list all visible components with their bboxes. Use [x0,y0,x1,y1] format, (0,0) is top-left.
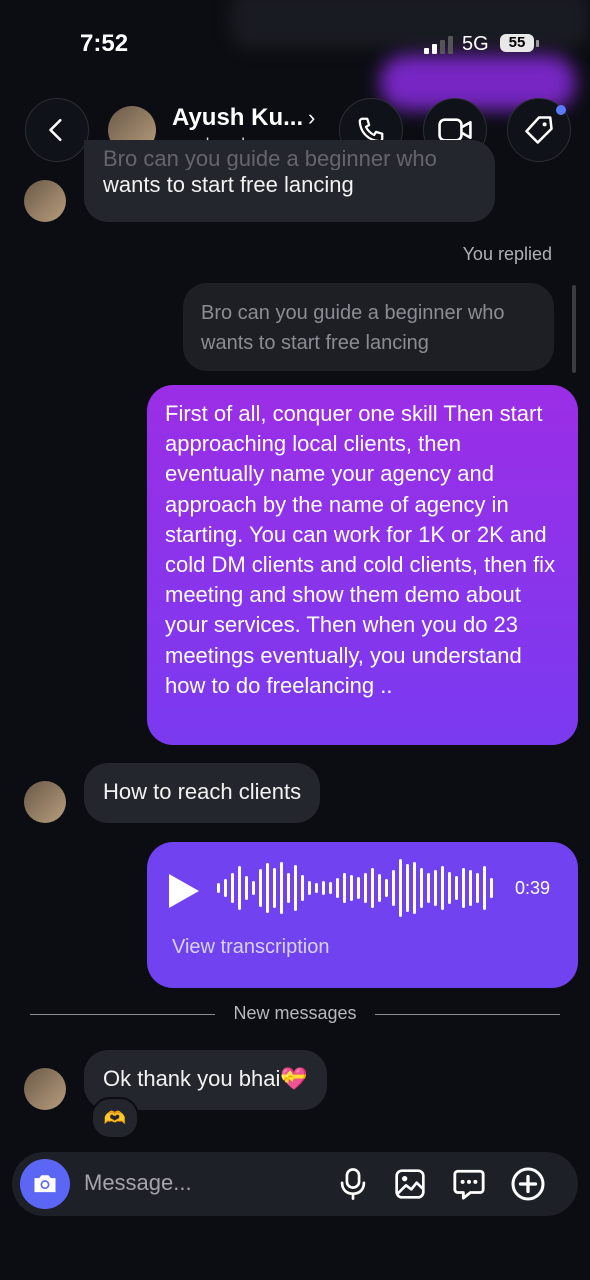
waveform-bar [483,866,486,910]
waveform-bar [434,870,437,906]
reply-quote[interactable]: Bro can you guide a beginner who wants t… [183,283,554,371]
notification-dot [556,105,566,115]
battery-icon: 55 [500,34,534,52]
waveform-bar [427,873,430,903]
waveform-bar [329,882,332,894]
mic-icon [340,1168,366,1200]
waveform-bar [238,866,241,910]
plus-icon [511,1167,545,1201]
waveform-bar [441,866,444,910]
mic-button[interactable] [334,1165,372,1203]
chevron-right-icon: › [308,105,316,130]
waveform-bar [385,879,388,897]
waveform-bar [252,881,255,895]
waveform-bar [315,883,318,893]
reaction-badge[interactable]: 🫶 [91,1097,139,1139]
waveform-bar [287,873,290,903]
message-text: Ok thank you bhai💝 [103,1066,308,1091]
message-composer: Message... [12,1152,578,1216]
status-bar: 7:52 5G 55 [0,0,590,110]
network-label: 5G [462,33,489,55]
avatar [24,781,66,823]
back-icon [49,118,62,142]
sticker-icon [453,1169,485,1200]
waveform-bar [350,875,353,901]
camera-button[interactable] [20,1159,70,1209]
play-icon[interactable] [169,874,199,908]
waveform-bar [378,874,381,902]
waveform-bar [392,870,395,906]
message-input[interactable]: Message... [84,1170,192,1196]
waveform-bar [266,863,269,913]
waveform-bar [448,872,451,904]
waveform-bar [245,876,248,900]
waveform-bar [357,877,360,899]
waveform-bar [490,878,493,898]
divider-line [375,1014,560,1015]
reply-label: You replied [462,244,552,264]
signal-icon [424,36,453,54]
voice-message[interactable]: 0:39 View transcription [147,842,578,988]
waveform-bar [420,868,423,908]
waveform-bar [336,878,339,898]
back-button[interactable] [25,98,89,162]
view-transcription-link[interactable]: View transcription [172,936,329,959]
waveform-bar [343,873,346,903]
waveform-bar [462,868,465,908]
message-text: wants to start free lancing [103,172,354,197]
contact-name[interactable]: Ayush Ku... [172,104,303,132]
waveform-bar [273,868,276,908]
waveform-bar [301,875,304,901]
waveform-bar [231,873,234,903]
avatar [24,1068,66,1110]
waveform-bar [259,869,262,907]
waveform-bar [217,883,220,893]
waveform-bar [364,873,367,903]
waveform-bar [399,859,402,917]
waveform [217,859,493,917]
tag-icon [525,116,553,144]
tag-button[interactable] [507,98,571,162]
sticker-button[interactable] [450,1165,488,1203]
gallery-button[interactable] [391,1165,429,1203]
waveform-bar [469,870,472,906]
waveform-bar [476,873,479,903]
add-button[interactable] [509,1165,547,1203]
outgoing-message[interactable]: First of all, conquer one skill Then sta… [147,385,578,745]
battery-tip [536,40,539,47]
gallery-icon [395,1169,425,1199]
waveform-bar [308,881,311,895]
scrollbar[interactable] [572,285,576,373]
waveform-bar [294,865,297,911]
waveform-bar [224,879,227,897]
camera-icon [34,1175,56,1193]
waveform-bar [322,881,325,895]
waveform-bar [406,864,409,912]
incoming-message[interactable]: How to reach clients [84,763,321,823]
avatar [24,180,66,222]
waveform-bar [371,868,374,908]
incoming-message[interactable]: Bro can you guide a beginner who wants t… [84,140,495,222]
waveform-bar [280,862,283,914]
new-messages-divider: New messages [30,1003,560,1027]
voice-duration: 0:39 [515,878,551,898]
status-time: 7:52 [80,30,129,57]
message-text: How to reach clients [103,779,302,804]
waveform-bar [413,862,416,914]
message-text-partial: Bro can you guide a beginner who [103,148,437,170]
waveform-bar [455,876,458,900]
